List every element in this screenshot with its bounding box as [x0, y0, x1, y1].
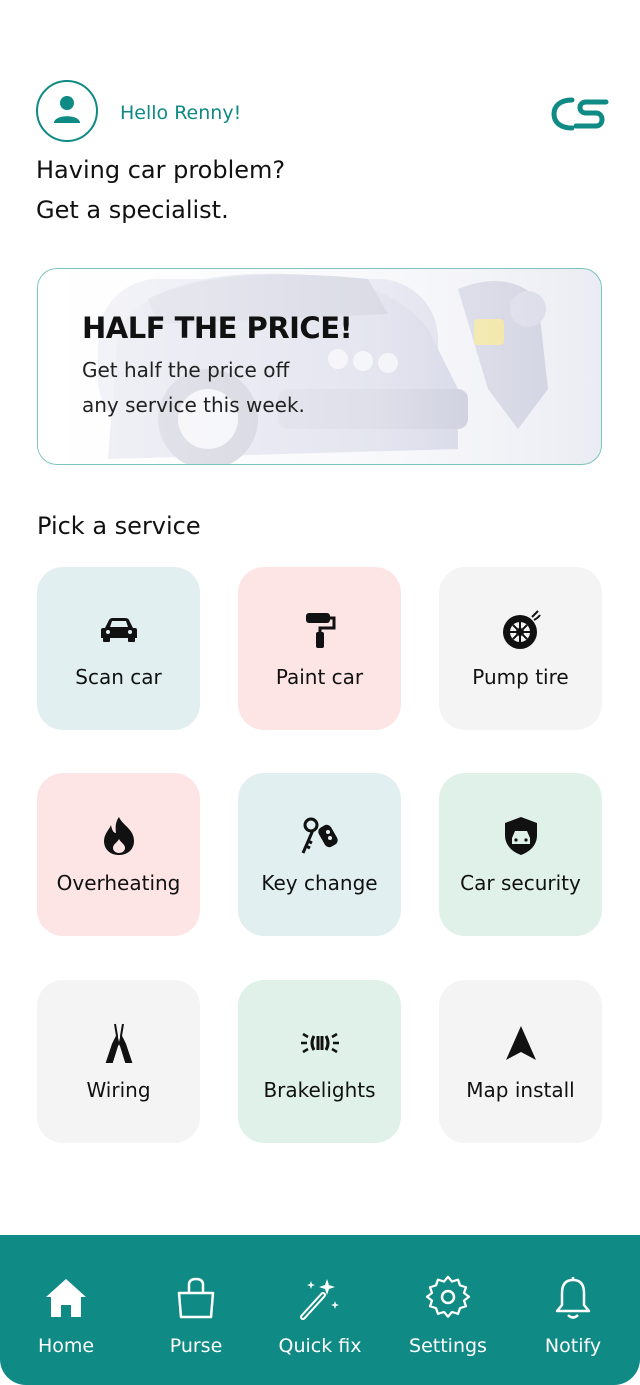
brand-logo-icon [550, 96, 610, 132]
service-label: Scan car [75, 664, 162, 689]
service-overheating[interactable]: Overheating [37, 773, 200, 936]
service-label: Wiring [86, 1077, 151, 1102]
bottom-nav: Home Purse Quick fix Settings Notify [0, 1235, 640, 1385]
headline-line-1: Having car problem? [36, 156, 286, 184]
nav-quick-fix[interactable]: Quick fix [260, 1275, 380, 1357]
shield-car-icon [500, 815, 542, 857]
service-scan-car[interactable]: Scan car [37, 567, 200, 730]
nav-label: Quick fix [278, 1335, 362, 1357]
nav-home[interactable]: Home [6, 1275, 126, 1357]
service-label: Brakelights [263, 1077, 376, 1102]
service-pump-tire[interactable]: Pump tire [439, 567, 602, 730]
nav-settings[interactable]: Settings [388, 1275, 508, 1357]
service-map-install[interactable]: Map install [439, 980, 602, 1143]
user-icon [50, 92, 84, 130]
bell-icon [550, 1275, 596, 1325]
tire-icon [500, 609, 542, 651]
service-label: Car security [460, 870, 581, 895]
nav-purse[interactable]: Purse [136, 1275, 256, 1357]
service-paint-car[interactable]: Paint car [238, 567, 401, 730]
nav-label: Notify [544, 1335, 602, 1357]
promo-banner[interactable]: HALF THE PRICE! Get half the price off a… [37, 268, 602, 465]
magic-wand-icon [297, 1275, 343, 1325]
service-car-security[interactable]: Car security [439, 773, 602, 936]
pliers-icon [98, 1022, 140, 1064]
service-key-change[interactable]: Key change [238, 773, 401, 936]
service-label: Paint car [275, 664, 364, 689]
brakelight-icon [299, 1022, 341, 1064]
page-headline: Having car problem? Get a specialist. [36, 150, 285, 230]
header: Hello Renny! [36, 80, 610, 146]
car-key-icon [299, 815, 341, 857]
headline-line-2: Get a specialist. [36, 196, 229, 224]
bag-icon [173, 1275, 219, 1325]
paint-roller-icon [299, 609, 341, 651]
car-icon [98, 609, 140, 651]
avatar[interactable] [36, 80, 98, 142]
service-wiring[interactable]: Wiring [37, 980, 200, 1143]
nav-notify[interactable]: Notify [513, 1275, 633, 1357]
service-label: Key change [261, 870, 378, 895]
service-brakelights[interactable]: Brakelights [238, 980, 401, 1143]
service-grid: Scan car Paint car Pump tire Overheating… [37, 567, 603, 1147]
nav-label: Home [37, 1335, 95, 1357]
service-label: Pump tire [472, 664, 569, 689]
navigation-arrow-icon [500, 1022, 542, 1064]
gear-icon [425, 1275, 471, 1325]
fire-icon [98, 815, 140, 857]
nav-label: Purse [169, 1335, 223, 1357]
nav-label: Settings [409, 1335, 487, 1357]
greeting-text: Hello Renny! [120, 102, 242, 124]
home-icon [43, 1275, 89, 1325]
section-title: Pick a service [37, 512, 201, 540]
promo-description: Get half the price off any service this … [82, 353, 382, 423]
promo-line-1: Get half the price off [82, 358, 290, 382]
service-label: Overheating [56, 870, 181, 895]
promo-line-2: any service this week. [82, 393, 305, 417]
service-label: Map install [466, 1077, 575, 1102]
promo-title: HALF THE PRICE! [82, 311, 353, 345]
